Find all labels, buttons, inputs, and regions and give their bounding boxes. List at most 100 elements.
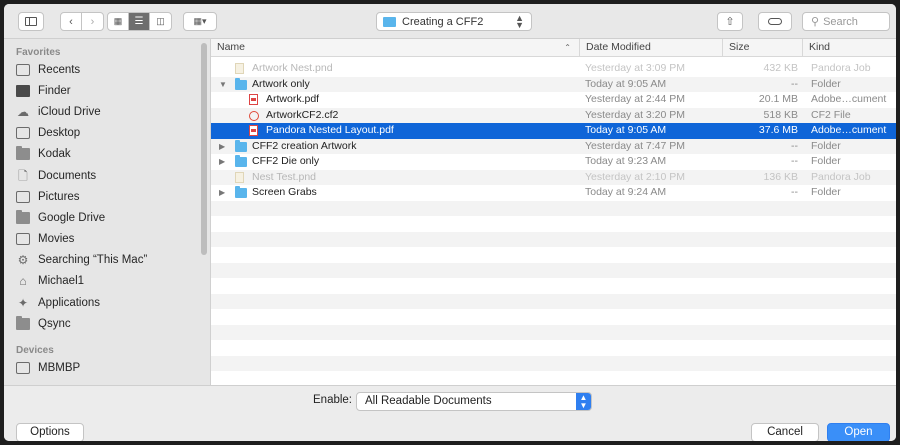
file-name: Nest Test.pnd: [252, 170, 317, 183]
file-name: Artwork Nest.pnd: [252, 62, 333, 74]
table-row[interactable]: Pandora Nested Layout.pdf Today at 9:05 A…: [211, 123, 896, 139]
sidebar-item-label: MBMBP: [38, 362, 81, 374]
back-forward-group: ‹ ›: [60, 12, 104, 31]
share-icon: ⇧: [725, 16, 735, 28]
folder-icon: [235, 77, 247, 90]
table-row[interactable]: Nest Test.pnd Yesterday at 2:10 PM 136 KB P…: [211, 169, 896, 185]
file-kind: Adobe…cument: [811, 93, 887, 105]
tag-icon: [768, 18, 782, 25]
column-header-date[interactable]: Date Modified: [579, 39, 722, 56]
tags-button[interactable]: [758, 12, 792, 31]
open-button[interactable]: Open: [827, 423, 890, 441]
back-button[interactable]: ‹: [61, 13, 82, 30]
sidebar-item-finder[interactable]: Finder: [16, 81, 71, 101]
enable-popup[interactable]: All Readable Documents ▲ ▼: [356, 392, 592, 411]
empty-row: [211, 278, 896, 294]
sidebar-item-pictures[interactable]: Pictures: [16, 187, 80, 207]
applications-icon: ✦: [17, 296, 29, 310]
home-icon: ⌂: [19, 274, 27, 288]
group-by-button[interactable]: ▦▾: [183, 12, 217, 31]
empty-row: [211, 324, 896, 340]
table-row[interactable]: ▶ Screen Grabs Today at 9:24 AM -- Folder: [211, 185, 896, 201]
gear-icon: ⚙: [17, 253, 29, 267]
column-view-button[interactable]: ◫: [150, 13, 171, 30]
folder-icon: [383, 16, 396, 27]
file-name: CFF2 Die only: [252, 155, 320, 167]
disclosure-open-icon[interactable]: ▼: [219, 77, 227, 93]
disclosure-closed-icon[interactable]: ▶: [219, 139, 225, 155]
enable-label: Enable:: [313, 394, 353, 406]
table-row[interactable]: ArtworkCF2.cf2 Yesterday at 3:20 PM 518 KB…: [211, 107, 896, 123]
search-placeholder: Search: [823, 15, 858, 28]
sidebar-item-applications[interactable]: ✦ Applications: [16, 293, 100, 313]
view-mode-group: ▦ ☰ ◫: [107, 12, 172, 31]
disclosure-closed-icon[interactable]: ▶: [219, 185, 225, 201]
sidebar-item-desktop[interactable]: Desktop: [16, 123, 80, 143]
file-name: Artwork.pdf: [266, 93, 320, 105]
table-row[interactable]: ▶ CFF2 creation Artwork Yesterday at 7:47 …: [211, 138, 896, 155]
sidebar: Favorites Recents Finder ☁ iCloud Drive …: [4, 39, 211, 385]
table-row[interactable]: ▶ CFF2 Die only Today at 9:23 AM -- Folder: [211, 154, 896, 170]
empty-row: [211, 262, 896, 278]
sort-ascending-icon: ⌃: [564, 43, 571, 52]
sidebar-item-label: Applications: [38, 297, 101, 309]
sidebar-item-mbmbp[interactable]: MBMBP: [16, 358, 80, 378]
disclosure-closed-icon[interactable]: ▶: [219, 154, 225, 170]
table-row[interactable]: Artwork.pdf Yesterday at 2:44 PM 20.1 MB Ad…: [211, 92, 896, 108]
column-header-name[interactable]: Name ⌃: [211, 39, 579, 56]
sidebar-item-google-drive[interactable]: Google Drive: [16, 208, 105, 228]
cancel-button[interactable]: Cancel: [751, 423, 819, 441]
open-dialog: ‹ › ▦ ☰ ◫ ▦▾ Creating a CFF2 ▲ ▼ ⇧ ⚲ Sear…: [4, 4, 896, 441]
sidebar-item-label: Qsync: [38, 318, 71, 330]
icon-view-button[interactable]: ▦: [108, 13, 129, 30]
sidebar-item-documents[interactable]: 🗋 Documents: [16, 166, 96, 186]
sidebar-toggle-button[interactable]: [18, 12, 44, 31]
sidebar-scrollbar[interactable]: [201, 43, 207, 255]
sidebar-item-qsync[interactable]: Qsync: [16, 314, 71, 334]
bottom-bar: Enable: All Readable Documents ▲ ▼ Option…: [4, 385, 896, 441]
empty-row: [211, 216, 896, 232]
sidebar-item-recents[interactable]: Recents: [16, 60, 80, 80]
file-name: Pandora Nested Layout.pdf: [266, 124, 394, 136]
file-date: Yesterday at 2:10 PM: [585, 170, 686, 183]
desktop-icon: [16, 127, 30, 139]
list-icon: ☰: [134, 16, 144, 27]
sidebar-item-icloud-drive[interactable]: ☁ iCloud Drive: [16, 102, 101, 122]
forward-button[interactable]: ›: [82, 13, 103, 30]
search-input[interactable]: ⚲ Search: [802, 12, 890, 31]
columns-icon: ◫: [156, 16, 165, 26]
file-date: Today at 9:05 AM: [585, 124, 667, 136]
empty-row: [211, 355, 896, 371]
file-date: Today at 9:23 AM: [585, 155, 667, 167]
file-date: Yesterday at 2:44 PM: [585, 93, 686, 105]
file-size: 20.1 MB: [758, 93, 798, 105]
sidebar-item-michael1[interactable]: ⌂ Michael1: [16, 271, 84, 291]
file-kind: Folder: [811, 155, 841, 167]
sidebar-item-label: Searching “This Mac”: [38, 254, 148, 266]
options-button[interactable]: Options: [16, 423, 84, 441]
sidebar-section-devices: Devices: [16, 345, 54, 356]
column-header-size[interactable]: Size: [722, 39, 802, 56]
location-label: Creating a CFF2: [402, 15, 484, 28]
pdf-icon: [249, 94, 258, 105]
sidebar-item-movies[interactable]: Movies: [16, 229, 74, 249]
file-date: Yesterday at 3:09 PM: [585, 62, 686, 74]
sidebar-item-label: iCloud Drive: [38, 106, 101, 118]
sidebar-item-kodak[interactable]: Kodak: [16, 144, 71, 164]
file-size: --: [791, 155, 798, 167]
table-row[interactable]: ▼ Artwork only Today at 9:05 AM -- Folder: [211, 76, 896, 93]
location-popup[interactable]: Creating a CFF2 ▲ ▼: [376, 12, 532, 31]
list-view-button[interactable]: ☰: [129, 13, 150, 30]
cf2-file-icon: [249, 110, 259, 121]
table-row[interactable]: Artwork Nest.pnd Yesterday at 3:09 PM 432 …: [211, 61, 896, 77]
sidebar-item-label: Google Drive: [38, 212, 106, 224]
empty-row: [211, 309, 896, 325]
folder-icon: [16, 210, 30, 224]
sidebar-item-label: Recents: [38, 64, 81, 76]
sidebar-toggle-icon: [25, 17, 37, 26]
column-header-kind[interactable]: Kind: [802, 39, 896, 56]
folder-icon: [235, 186, 247, 198]
file-kind: Folder: [811, 77, 841, 90]
sidebar-item-searching-this-mac[interactable]: ⚙ Searching “This Mac”: [16, 250, 148, 270]
share-button[interactable]: ⇧: [717, 12, 743, 31]
